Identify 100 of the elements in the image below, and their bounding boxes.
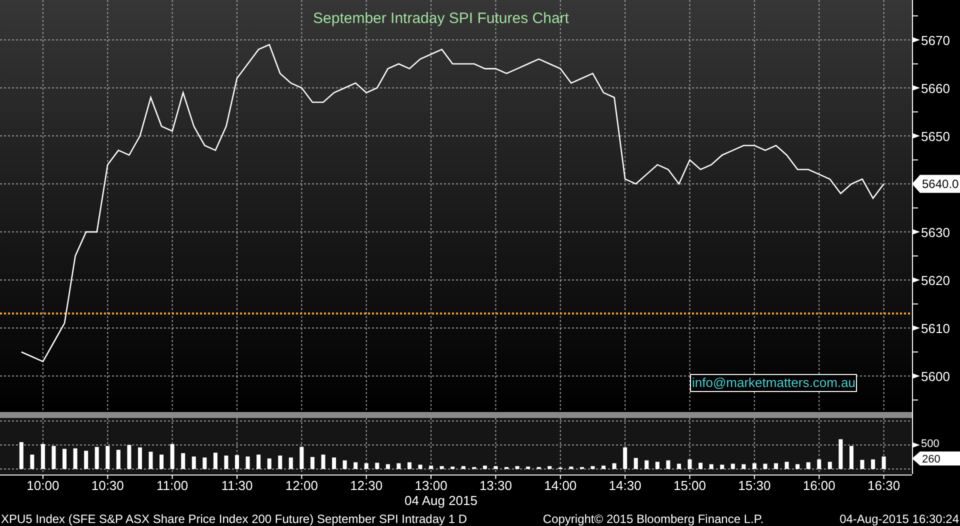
volume-bar bbox=[127, 445, 132, 469]
volume-bar bbox=[62, 448, 67, 469]
volume-bar bbox=[698, 462, 703, 469]
volume-bar bbox=[461, 466, 466, 469]
volume-bar bbox=[440, 466, 444, 469]
volume-bar bbox=[569, 466, 574, 469]
volume-bar bbox=[429, 466, 434, 469]
axis-label: 11:00 bbox=[156, 478, 188, 493]
volume-bar bbox=[246, 456, 250, 469]
volume-bar bbox=[634, 458, 638, 469]
volume-bar bbox=[84, 450, 88, 469]
axis-label: 14:00 bbox=[544, 478, 577, 493]
volume-bar bbox=[784, 462, 789, 469]
volume-bar bbox=[310, 457, 314, 469]
volume-bar bbox=[623, 447, 628, 469]
volume-bar bbox=[396, 463, 401, 469]
volume-bar bbox=[52, 446, 56, 469]
volume-bar bbox=[342, 460, 347, 469]
volume-bar bbox=[224, 456, 228, 469]
volume-bar bbox=[375, 462, 380, 469]
volume-bar bbox=[450, 466, 455, 469]
volume-bar bbox=[364, 463, 368, 469]
volume-bar bbox=[138, 447, 142, 469]
volume-bar bbox=[148, 452, 153, 469]
last-price-tag: 5640.0 bbox=[912, 174, 960, 193]
axis-label: 14:30 bbox=[608, 478, 642, 493]
axis-label: 13:00 bbox=[414, 478, 448, 493]
volume-bar bbox=[806, 462, 810, 469]
axis-label: 10:30 bbox=[91, 478, 124, 493]
axis-label: 5600 bbox=[921, 368, 950, 384]
volume-bar bbox=[720, 464, 724, 469]
volume-bar bbox=[116, 450, 120, 469]
volume-bar bbox=[202, 457, 207, 469]
volume-bar bbox=[106, 446, 110, 469]
axis-label: 16:00 bbox=[802, 478, 836, 493]
volume-bar bbox=[300, 446, 304, 469]
volume-bar bbox=[838, 439, 843, 469]
copyright-notice: Copyright© 2015 Bloomberg Finance L.P. bbox=[542, 512, 764, 526]
volume-bar bbox=[709, 464, 714, 469]
axis-label: 500 bbox=[921, 438, 940, 450]
axis-label: 5670 bbox=[921, 32, 950, 48]
volume-bar bbox=[332, 457, 336, 469]
volume-bar bbox=[526, 466, 530, 469]
axis-label: 13:30 bbox=[479, 478, 512, 493]
volume-bar bbox=[817, 459, 822, 469]
volume-bar bbox=[882, 456, 886, 469]
volume-bar bbox=[666, 460, 670, 469]
axis-label: 15:30 bbox=[738, 478, 771, 493]
volume-bar bbox=[160, 454, 164, 469]
volume-bar bbox=[181, 453, 186, 469]
volume-bar bbox=[494, 466, 498, 469]
axis-label: 12:30 bbox=[350, 478, 383, 493]
volume-bar bbox=[267, 458, 272, 469]
axis-label: 5650 bbox=[921, 128, 950, 144]
volume-bar bbox=[213, 452, 218, 469]
volume-bar bbox=[871, 459, 876, 469]
volume-bar bbox=[386, 464, 390, 469]
volume-bar bbox=[655, 462, 660, 469]
axis-label: 12:00 bbox=[285, 478, 318, 493]
volume-bar bbox=[19, 442, 24, 469]
axis-label: 15:00 bbox=[673, 478, 706, 493]
volume-bar bbox=[849, 446, 854, 469]
volume-bar bbox=[548, 466, 552, 469]
axis-label: 11:30 bbox=[221, 478, 253, 493]
axis-label: 5620 bbox=[921, 272, 950, 288]
last-volume-tag: 260 bbox=[912, 452, 960, 466]
volume-bar bbox=[192, 456, 196, 469]
volume-bar bbox=[676, 464, 681, 469]
volume-bar bbox=[774, 463, 778, 469]
volume-bar bbox=[590, 466, 595, 469]
volume-bar bbox=[73, 448, 78, 469]
volume-bar bbox=[321, 454, 326, 469]
volume-bar bbox=[763, 464, 768, 469]
volume-bar bbox=[612, 463, 616, 469]
volume-bar bbox=[828, 462, 832, 469]
axis-label: 5610 bbox=[921, 320, 950, 336]
security-description: XPU5 Index (SFE S&P ASX Share Price Index 200 Future) September SPI Intraday 1 D bbox=[1, 512, 468, 526]
volume-bar bbox=[730, 464, 735, 469]
timestamp: 04-Aug-2015 16:30:24 bbox=[840, 512, 959, 526]
volume-bar bbox=[235, 455, 239, 469]
axis-label: 5630 bbox=[921, 224, 950, 240]
volume-bar bbox=[40, 444, 45, 469]
axis-label: 16:30 bbox=[868, 478, 900, 493]
volume-bar bbox=[354, 462, 358, 469]
volume-bar bbox=[256, 454, 261, 469]
volume-bar bbox=[288, 457, 293, 469]
volume-bar bbox=[742, 464, 746, 469]
volume-bar bbox=[418, 464, 422, 469]
volume-bar bbox=[482, 466, 487, 469]
volume-bar bbox=[170, 444, 174, 469]
axis-label: 10:00 bbox=[26, 478, 60, 493]
volume-bar bbox=[860, 460, 864, 469]
volume-bar bbox=[688, 459, 692, 469]
email-label: info@marketmatters.com.au bbox=[690, 374, 858, 392]
axis-label: 5660 bbox=[921, 80, 950, 96]
volume-bar bbox=[94, 446, 99, 469]
chart-title: September Intraday SPI Futures Chart bbox=[313, 9, 569, 29]
volume-bar bbox=[515, 466, 520, 469]
volume-bar bbox=[407, 462, 412, 469]
date-label: 04 Aug 2015 bbox=[404, 493, 478, 508]
